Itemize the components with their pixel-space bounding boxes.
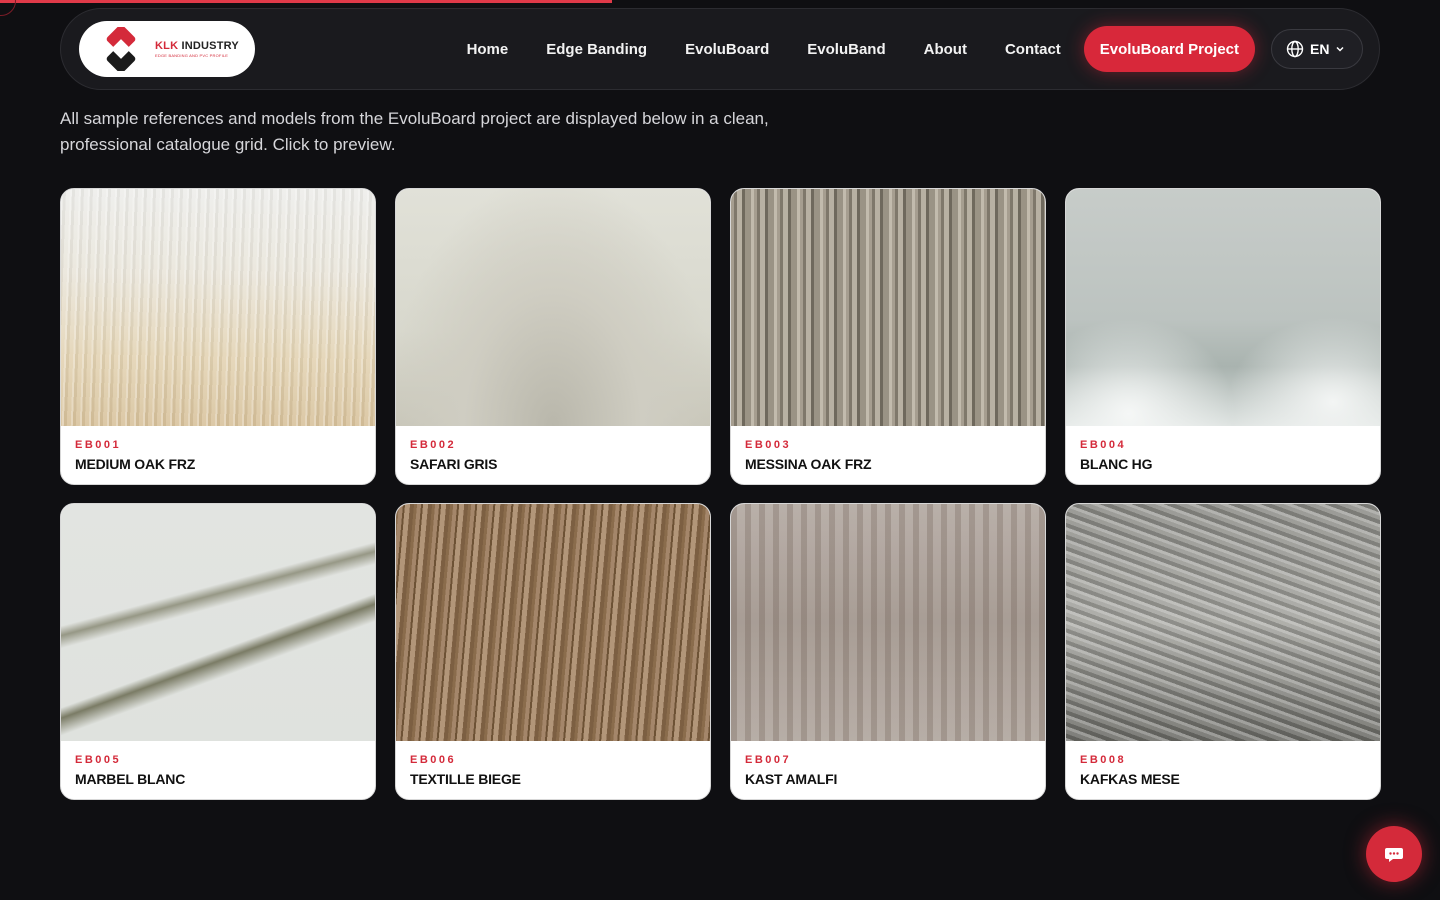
product-swatch-image <box>61 189 375 426</box>
product-code: EB008 <box>1080 754 1127 766</box>
product-card[interactable]: EB001 MEDIUM OAK FRZ <box>60 188 376 485</box>
chevron-down-icon <box>1336 46 1344 52</box>
brand-name: KLK INDUSTRY <box>155 39 239 52</box>
product-grid: EB001 MEDIUM OAK FRZ EB002 SAFARI GRIS E… <box>60 188 1381 800</box>
brand-logo[interactable]: KLK INDUSTRY EDGE BANDING AND PVC PROFIL… <box>79 21 255 77</box>
language-selector[interactable]: EN <box>1271 29 1363 69</box>
chat-bubble-icon <box>1385 848 1403 862</box>
nav-link-evoluboard[interactable]: EvoluBoard <box>666 41 788 58</box>
globe-icon <box>1286 40 1304 58</box>
product-swatch-image <box>396 504 710 741</box>
nav-link-contact[interactable]: Contact <box>986 41 1080 58</box>
brand-wordmark: KLK INDUSTRY EDGE BANDING AND PVC PROFIL… <box>155 39 239 58</box>
nav-link-edge-banding[interactable]: Edge Banding <box>527 41 666 58</box>
product-name: BLANC HG <box>1080 456 1153 472</box>
product-swatch-image <box>1066 504 1380 741</box>
product-code: EB006 <box>410 754 457 766</box>
product-swatch-image <box>731 189 1045 426</box>
language-code: EN <box>1310 41 1330 57</box>
scroll-progress-fill <box>0 0 612 3</box>
chat-button[interactable] <box>1366 826 1422 882</box>
evoluboard-project-button[interactable]: EvoluBoard Project <box>1083 26 1255 72</box>
product-code: EB007 <box>745 754 792 766</box>
product-card[interactable]: EB008 KAFKAS MESE <box>1065 503 1381 800</box>
product-name: TEXTILLE BIEGE <box>410 771 521 787</box>
brand-tagline: EDGE BANDING AND PVC PROFILE <box>155 52 229 58</box>
product-name: MEDIUM OAK FRZ <box>75 456 196 472</box>
product-card[interactable]: EB005 MARBEL BLANC <box>60 503 376 800</box>
product-code: EB005 <box>75 754 122 766</box>
product-code: EB004 <box>1080 439 1127 451</box>
product-card[interactable]: EB003 MESSINA OAK FRZ <box>730 188 1046 485</box>
product-swatch-image <box>731 504 1045 741</box>
product-name: MARBEL BLANC <box>75 771 186 787</box>
nav-links: Home Edge Banding EvoluBoard EvoluBand A… <box>448 26 1363 72</box>
nav-link-about[interactable]: About <box>905 41 986 58</box>
product-swatch-image <box>61 504 375 741</box>
product-name: MESSINA OAK FRZ <box>745 456 872 472</box>
nav-link-home[interactable]: Home <box>448 41 528 58</box>
catalogue-intro-text: All sample references and models from th… <box>60 109 769 154</box>
product-name: SAFARI GRIS <box>410 456 498 472</box>
product-card[interactable]: EB006 TEXTILLE BIEGE <box>395 503 711 800</box>
klk-logo-icon <box>106 27 136 71</box>
product-name: KAST AMALFI <box>745 771 838 787</box>
product-code: EB001 <box>75 439 122 451</box>
product-code: EB003 <box>745 439 792 451</box>
product-name: KAFKAS MESE <box>1080 771 1180 787</box>
top-navbar: KLK INDUSTRY EDGE BANDING AND PVC PROFIL… <box>60 8 1380 90</box>
product-card[interactable]: EB004 BLANC HG <box>1065 188 1381 485</box>
product-card[interactable]: EB002 SAFARI GRIS <box>395 188 711 485</box>
product-swatch-image <box>396 189 710 426</box>
product-card[interactable]: EB007 KAST AMALFI <box>730 503 1046 800</box>
nav-link-evoluband[interactable]: EvoluBand <box>788 41 904 58</box>
product-code: EB002 <box>410 439 457 451</box>
product-swatch-image <box>1066 189 1380 426</box>
cursor-ring <box>0 0 16 16</box>
scroll-progress-bar <box>0 0 1440 3</box>
